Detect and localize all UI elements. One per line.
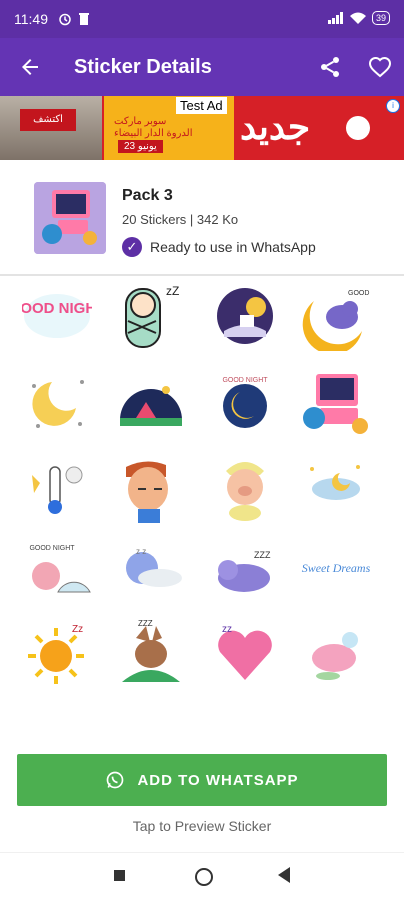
wifi-icon	[349, 12, 366, 24]
sticker-moon-good-night[interactable]: GOOD NIGHT	[210, 368, 280, 438]
sticker-cloud-moon[interactable]	[300, 453, 370, 523]
sticker-sleeping-boy[interactable]	[116, 453, 186, 523]
battery-indicator: 39	[371, 11, 390, 25]
sticker-moon-bear[interactable]: GOOD NIGHT	[300, 281, 370, 351]
sticker-good-night-text[interactable]: GOOD NIGHT	[22, 281, 92, 351]
sticker-sleeping-hippo[interactable]: ZZZ	[210, 536, 280, 606]
sticker-sleeping-heart[interactable]: zz	[210, 618, 280, 688]
trash-icon	[79, 13, 89, 25]
sticker-good-text: GOOD NIGHT	[22, 300, 92, 317]
svg-text:z z: z z	[136, 547, 146, 556]
pack-name: Pack 3	[122, 187, 173, 204]
share-icon[interactable]	[318, 55, 342, 79]
sticker-sleeping-pig[interactable]	[210, 453, 280, 523]
ready-status: ✓ Ready to use in WhatsApp	[122, 237, 316, 257]
sticker-sleeping-sun[interactable]: Zz	[22, 618, 92, 688]
svg-text:ZZZ: ZZZ	[254, 550, 271, 560]
ad-promo-text: سوبر ماركت الدروة الدار البيضاء	[114, 116, 193, 139]
system-nav-bar	[0, 852, 404, 901]
favorite-heart-icon[interactable]	[368, 55, 392, 79]
svg-text:GOOD NIGHT: GOOD NIGHT	[29, 545, 75, 552]
sticker-sleeping-pink-creature[interactable]	[300, 618, 370, 688]
ad-info-icon[interactable]: i	[386, 99, 400, 113]
svg-text:GOOD NIGHT: GOOD NIGHT	[222, 377, 268, 384]
ad-discover-button[interactable]: اكتشف	[20, 109, 76, 131]
status-time: 11:49	[14, 11, 48, 27]
sticker-tent-night[interactable]	[116, 368, 186, 438]
ad-headline: جديد	[240, 106, 311, 147]
status-right-icons: 39	[327, 11, 390, 25]
ready-status-text: Ready to use in WhatsApp	[150, 239, 316, 255]
sticker-pig-igloo[interactable]: GOOD NIGHT	[22, 536, 92, 606]
sticker-moon-house[interactable]	[210, 281, 280, 351]
alarm-icon	[59, 13, 71, 26]
carrefour-logo-icon	[346, 116, 370, 140]
svg-text:GOOD NIGHT: GOOD NIGHT	[348, 290, 370, 297]
pack-info: Pack 3 20 Stickers | 342 Ko ✓ Ready to u…	[0, 160, 404, 274]
sticker-sweet-dreams: Sweet Dreams	[302, 561, 370, 575]
add-to-whatsapp-label: ADD TO WHATSAPP	[137, 771, 299, 789]
svg-text:ZZZ: ZZZ	[138, 619, 153, 628]
page-title: Sticker Details	[74, 56, 212, 78]
signal-icon	[327, 12, 343, 24]
home-circle-icon[interactable]	[195, 868, 213, 886]
back-triangle-icon[interactable]	[278, 867, 290, 883]
sticker-thermometer[interactable]	[22, 453, 92, 523]
status-bar: 11:49 39	[0, 0, 404, 38]
sticker-sleeping-rabbit[interactable]: ZZZ	[116, 618, 186, 688]
whatsapp-icon	[107, 771, 124, 789]
svg-text:Zz: Zz	[72, 624, 83, 635]
ad-label: Test Ad	[176, 97, 227, 114]
ad-banner[interactable]: اكتشف سوبر ماركت الدروة الدار البيضاء 23…	[0, 96, 404, 160]
sticker-moon-stars[interactable]	[22, 368, 92, 438]
check-icon: ✓	[122, 237, 142, 257]
svg-text:zz: zz	[222, 624, 232, 635]
ad-date: 23 يونيو	[118, 140, 163, 153]
back-arrow-icon[interactable]	[18, 55, 42, 79]
sticker-sleeping-earth[interactable]: z z	[116, 536, 186, 606]
sticker-monitor-good-night[interactable]	[300, 368, 370, 438]
app-bar: Sticker Details	[0, 38, 404, 96]
recents-square-icon[interactable]	[114, 870, 125, 881]
sticker-sleeping-baby[interactable]: zZ	[116, 281, 186, 351]
pack-thumbnail	[34, 182, 106, 254]
divider	[0, 274, 404, 276]
pack-meta: 20 Stickers | 342 Ko	[122, 212, 239, 227]
svg-text:zZ: zZ	[166, 284, 179, 298]
status-left-icons	[58, 12, 90, 26]
sticker-sweet-dreams-text[interactable]: Sweet Dreams	[300, 536, 370, 606]
preview-hint: Tap to Preview Sticker	[132, 818, 272, 834]
add-to-whatsapp-button[interactable]: ADD TO WHATSAPP	[17, 754, 387, 806]
sticker-grid: GOOD NIGHT zZ GOOD NIGHT GOOD NIGHT	[0, 278, 404, 718]
